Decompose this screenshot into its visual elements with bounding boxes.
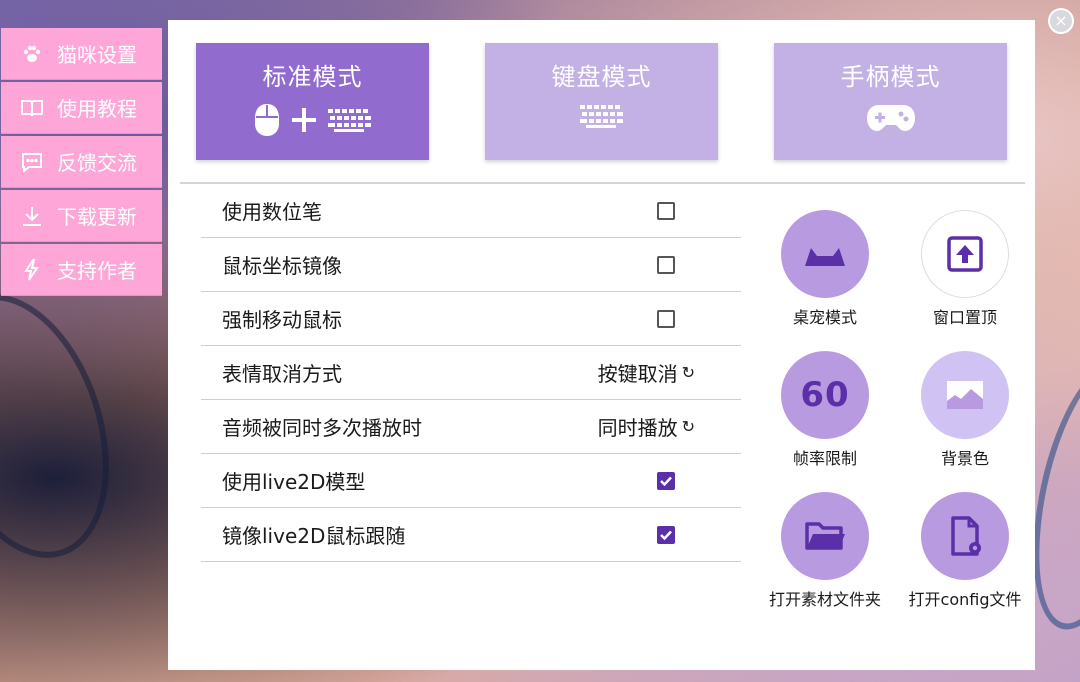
check-icon xyxy=(660,476,672,486)
setting-row-force-move: 强制移动鼠标 xyxy=(201,292,741,346)
sidebar-item-feedback[interactable]: 反馈交流 xyxy=(1,136,162,188)
tool-circle xyxy=(921,210,1009,298)
setting-row-audio-overlap: 音频被同时多次播放时 同时播放 ↻ xyxy=(201,400,741,454)
tool-label: 桌宠模式 xyxy=(792,308,857,327)
bolt-icon xyxy=(19,257,45,283)
tool-label: 打开素材文件夹 xyxy=(768,590,881,609)
download-icon xyxy=(19,203,45,229)
mode-label: 手柄模式 xyxy=(840,63,941,91)
audio-overlap-value: 同时播放 xyxy=(597,416,678,440)
sidebar-item-support[interactable]: 支持作者 xyxy=(1,244,162,296)
force-move-checkbox[interactable] xyxy=(657,309,675,328)
open-assets-folder-button[interactable]: 打开素材文件夹 xyxy=(760,492,890,610)
emote-cancel-toggle[interactable]: 按键取消 ↻ xyxy=(598,358,695,387)
tool-circle: 60 xyxy=(781,351,869,439)
setting-label: 使用数位笔 xyxy=(222,200,322,224)
use-pen-checkbox[interactable] xyxy=(657,201,675,220)
settings-list: 使用数位笔 鼠标坐标镜像 强制移动鼠标 表情取消方式 按键取消 ↻ 音频被同时多… xyxy=(201,184,741,562)
folder-icon xyxy=(805,522,845,550)
tool-circle xyxy=(781,492,869,580)
background-icon xyxy=(947,381,983,409)
live2d-checkbox[interactable] xyxy=(657,471,675,490)
mode-label: 标准模式 xyxy=(262,63,363,91)
sidebar-item-download[interactable]: 下载更新 xyxy=(1,190,162,242)
sidebar-item-label: 反馈交流 xyxy=(57,151,137,175)
mode-label: 键盘模式 xyxy=(551,63,652,91)
setting-label: 音频被同时多次播放时 xyxy=(222,416,422,440)
fps-limit-button[interactable]: 60 帧率限制 xyxy=(760,351,890,469)
chat-icon xyxy=(19,149,45,175)
sidebar-item-label: 猫咪设置 xyxy=(57,43,137,67)
setting-label: 强制移动鼠标 xyxy=(222,308,342,332)
mouse-icon xyxy=(254,104,279,136)
keyboard-icon xyxy=(579,105,623,128)
gamepad-icon xyxy=(866,105,915,131)
sidebar-item-label: 支持作者 xyxy=(57,259,137,283)
tool-circle xyxy=(781,210,869,298)
cat-ears-icon xyxy=(805,248,845,266)
setting-label: 使用live2D模型 xyxy=(222,470,366,494)
pin-top-icon xyxy=(947,236,983,272)
mode-gamepad-button[interactable]: 手柄模式 xyxy=(774,43,1007,160)
sidebar: 猫咪设置 使用教程 反馈交流 下载更新 支持作者 xyxy=(1,28,162,298)
setting-row-emote-cancel: 表情取消方式 按键取消 ↻ xyxy=(201,346,741,400)
background-art xyxy=(0,271,141,581)
plus-icon xyxy=(291,108,316,132)
fps-60-icon: 60 xyxy=(800,375,850,415)
setting-row-use-pen: 使用数位笔 xyxy=(201,184,741,238)
setting-label: 鼠标坐标镜像 xyxy=(222,254,342,278)
cycle-icon: ↻ xyxy=(681,363,695,382)
mode-standard-button[interactable]: 标准模式 xyxy=(196,43,429,160)
config-file-icon xyxy=(951,516,981,556)
book-icon xyxy=(19,95,45,121)
window-top-button[interactable]: 窗口置顶 xyxy=(900,210,1030,328)
setting-row-live2d: 使用live2D模型 xyxy=(201,454,741,508)
check-icon xyxy=(660,530,672,540)
setting-label: 镜像live2D鼠标跟随 xyxy=(222,524,406,548)
tool-circle xyxy=(921,492,1009,580)
mode-keyboard-button[interactable]: 键盘模式 xyxy=(485,43,718,160)
open-config-file-button[interactable]: 打开config文件 xyxy=(900,492,1030,610)
setting-row-mouse-mirror: 鼠标坐标镜像 xyxy=(201,238,741,292)
close-button[interactable]: × xyxy=(1048,8,1074,34)
setting-row-live2d-mirror: 镜像live2D鼠标跟随 xyxy=(201,508,741,562)
tool-circle xyxy=(921,351,1009,439)
cycle-icon: ↻ xyxy=(681,417,695,436)
setting-label: 表情取消方式 xyxy=(222,362,342,386)
mouse-mirror-checkbox[interactable] xyxy=(657,255,675,274)
sidebar-item-cat-settings[interactable]: 猫咪设置 xyxy=(1,28,162,80)
tool-label: 背景色 xyxy=(940,449,989,468)
settings-panel: 标准模式 键盘模式 手柄模式 使用数位笔 鼠标坐标镜像 强制移动鼠标 表情取消方… xyxy=(168,20,1035,670)
emote-cancel-value: 按键取消 xyxy=(597,362,678,386)
desktop-pet-button[interactable]: 桌宠模式 xyxy=(760,210,890,328)
keyboard-icon xyxy=(327,109,371,132)
paw-icon xyxy=(19,41,45,67)
audio-overlap-toggle[interactable]: 同时播放 ↻ xyxy=(598,412,695,441)
tool-label: 窗口置顶 xyxy=(932,308,997,327)
sidebar-item-label: 下载更新 xyxy=(57,205,137,229)
tool-label: 打开config文件 xyxy=(908,590,1022,609)
sidebar-item-label: 使用教程 xyxy=(57,97,137,121)
tool-label: 帧率限制 xyxy=(792,449,857,468)
sidebar-item-tutorial[interactable]: 使用教程 xyxy=(1,82,162,134)
live2d-mirror-checkbox[interactable] xyxy=(657,525,675,544)
background-color-button[interactable]: 背景色 xyxy=(900,351,1030,469)
